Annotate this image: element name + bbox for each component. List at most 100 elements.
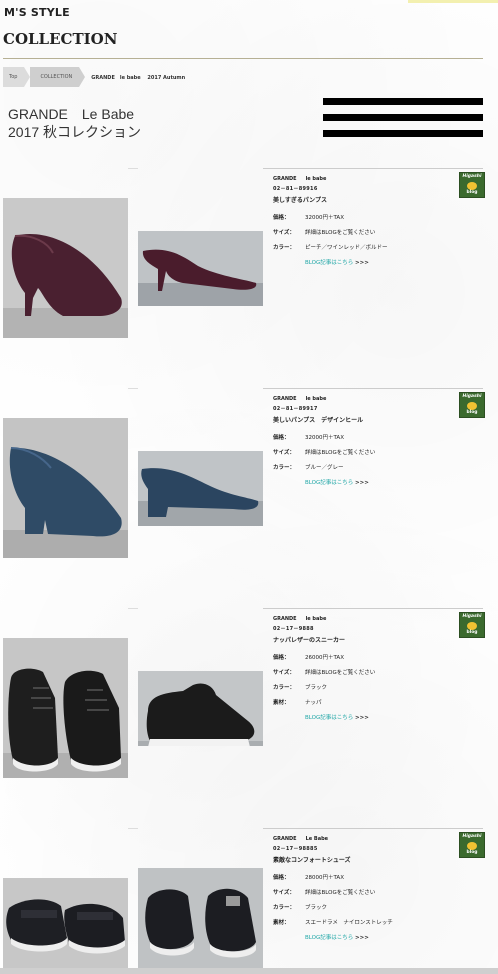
divider [263,828,483,829]
size-label: サイズ： [273,450,295,456]
product-info: GRANDE le babe 02－81－89917 美しいパンプス デザインヒー… [273,396,473,486]
page-title: COLLECTION [3,30,118,48]
breadcrumb-current: GRANDE le babe 2017 Autumn [91,74,186,81]
product-name: ナッパレザーのスニーカー [273,637,346,644]
hamburger-menu-icon[interactable] [323,98,483,138]
blog-link-text: BLOG記事はこちら [305,715,354,721]
breadcrumb-top[interactable]: Top [3,67,32,87]
product-material: スエードラメ ナイロンストレッチ [305,920,393,926]
color-label: カラー： [273,465,296,471]
character-icon [467,402,477,410]
blog-link-arrow: >>> [354,260,369,266]
product-info: GRANDE le babe 02－17－9888 ナッパレザーのスニーカー 価格… [273,616,473,721]
heading-line-1: GRANDE Le Babe [8,106,135,122]
divider [263,168,483,169]
product-photo-main[interactable] [3,418,128,558]
blog-link-text: BLOG記事はこちら [305,260,354,266]
higashi-blog-badge[interactable]: Higashi blog [459,832,485,858]
breadcrumb: Top COLLECTION GRANDE le babe 2017 Autum… [3,67,185,87]
product-price: 28000円＋TAX [305,875,344,881]
badge-line-2: blog [466,190,478,195]
badge-line-2: blog [466,410,478,415]
collection-heading: GRANDE Le Babe 2017 秋コレクション [8,105,141,141]
character-icon [467,182,477,190]
product-material: ナッパ [305,700,322,706]
material-label: 素材： [273,920,290,926]
blog-article-link[interactable]: BLOG記事はこちら >>> [305,478,473,486]
product-sub-brand: le babe [305,396,327,402]
product-code: 02－81－89916 [273,186,318,192]
blog-link-arrow: >>> [354,480,369,486]
blog-article-link[interactable]: BLOG記事はこちら >>> [305,713,473,721]
product-name: 美しいパンプス デザインヒール [273,417,364,424]
product-photo-side[interactable] [138,868,263,968]
higashi-blog-badge[interactable]: Higashi blog [459,612,485,638]
product-sub-brand: Le Babe [305,836,329,842]
product-size: 詳細はBLOGをご覧ください [305,450,376,456]
product-name: 素敵なコンフォートシューズ [273,857,351,864]
product-color: ブルー／グレー [305,465,344,471]
breadcrumb-collection[interactable]: COLLECTION [30,67,86,87]
size-label: サイズ： [273,230,295,236]
badge-line-1: Higashi [462,174,482,179]
product-info: GRANDE le babe 02－81－89916 美しすぎるパンプス 価格： 3… [273,176,473,266]
product-photo-side[interactable] [138,231,263,306]
blog-link-text: BLOG記事はこちら [305,480,354,486]
material-label: 素材： [273,700,290,706]
product-photo-side[interactable] [138,671,263,746]
blog-link-text: BLOG記事はこちら [305,935,354,941]
price-label: 価格： [273,215,290,221]
product-photo-main[interactable] [3,878,128,968]
price-label: 価格： [273,435,290,441]
product-color: ピーチ／ワインレッド／ボルドー [305,245,388,251]
product-photo-side[interactable] [138,451,263,526]
badge-line-1: Higashi [462,834,482,839]
product-item: GRANDE le babe 02－81－89917 美しいパンプス デザインヒー… [0,388,498,608]
divider [128,168,138,169]
higashi-blog-badge[interactable]: Higashi blog [459,172,485,198]
product-code: 02－81－89917 [273,406,318,412]
blog-article-link[interactable]: BLOG記事はこちら >>> [305,933,473,941]
divider [128,388,138,389]
product-item: GRANDE le babe 02－17－9888 ナッパレザーのスニーカー 価格… [0,608,498,828]
product-code: 02－17－9888 [273,626,314,632]
title-divider [3,58,483,59]
price-label: 価格： [273,655,290,661]
product-brand: GRANDE [273,396,297,402]
site-logo[interactable]: M'S STYLE [4,6,70,19]
divider [263,388,483,389]
higashi-blog-badge[interactable]: Higashi blog [459,392,485,418]
product-size: 詳細はBLOGをご覧ください [305,890,376,896]
badge-line-1: Higashi [462,394,482,399]
badge-line-2: blog [466,630,478,635]
heading-line-2: 2017 秋コレクション [8,124,142,140]
color-label: カラー： [273,685,296,691]
blog-article-link[interactable]: BLOG記事はこちら >>> [305,258,473,266]
product-color: ブラック [305,905,328,911]
product-price: 26000円＋TAX [305,655,344,661]
size-label: サイズ： [273,670,295,676]
product-size: 詳細はBLOGをご覧ください [305,670,376,676]
horizontal-scrollbar[interactable] [0,968,498,974]
product-name: 美しすぎるパンプス [273,197,328,204]
product-sub-brand: le babe [305,616,327,622]
size-label: サイズ： [273,890,295,896]
product-size: 詳細はBLOGをご覧ください [305,230,376,236]
product-price: 32000円＋TAX [305,215,344,221]
badge-line-1: Higashi [462,614,482,619]
product-item: GRANDE Le Babe 02－17－98885 素敵なコンフォートシューズ … [0,828,498,968]
blog-link-arrow: >>> [354,715,369,721]
product-color: ブラック [305,685,328,691]
product-code: 02－17－98885 [273,846,318,852]
product-brand: GRANDE [273,616,297,622]
product-brand: GRANDE [273,176,297,182]
divider [128,828,138,829]
price-label: 価格： [273,875,290,881]
divider [263,608,483,609]
divider [128,608,138,609]
color-label: カラー： [273,905,296,911]
product-photo-main[interactable] [3,198,128,338]
product-brand: GRANDE [273,836,297,842]
product-photo-main[interactable] [3,638,128,778]
color-label: カラー： [273,245,296,251]
